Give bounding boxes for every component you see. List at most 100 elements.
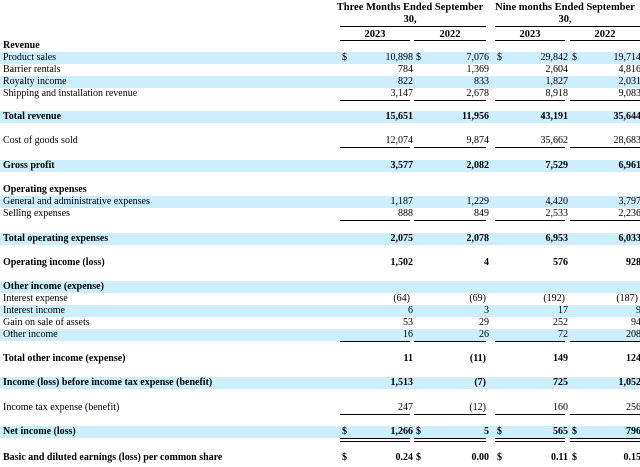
row-label: Income tax expense (benefit) — [3, 402, 120, 413]
row-gain-on-sale: Gain on sale of assets 53 29 252 94 — [0, 317, 640, 329]
subtotal-rule — [495, 341, 565, 342]
value-cell: 149 — [553, 353, 568, 364]
row-operating-income: Operating income (loss) 1,502 4 576 928 — [0, 257, 640, 269]
value-cell: 1,827 — [545, 76, 569, 87]
value-cell: 928 — [626, 257, 640, 268]
value-cell: 124 — [626, 353, 640, 364]
value-cell: 2,075 — [390, 233, 414, 244]
total-double-rule — [414, 438, 486, 442]
row-label: Interest expense — [3, 293, 68, 304]
row-label: Product sales — [3, 52, 57, 63]
value-cell: (11) — [469, 353, 486, 364]
value-cell: 822 — [398, 76, 413, 87]
currency-symbol: $ — [497, 426, 502, 437]
row-label: Cost of goods sold — [3, 135, 78, 146]
row-label: Total revenue — [3, 111, 62, 122]
value-cell: 3,797 — [618, 196, 640, 207]
year-col-1: 2023 — [364, 29, 386, 40]
row-general-admin: General and administrative expenses 1,187… — [0, 196, 640, 208]
currency-symbol: $ — [416, 426, 421, 437]
row-operating-expenses-heading: Operating expenses — [0, 184, 640, 196]
value-cell: 2,604 — [545, 64, 569, 75]
value-cell: 94 — [631, 317, 640, 328]
value-cell: 3 — [484, 305, 489, 316]
value-cell: 15,651 — [385, 111, 414, 122]
header-three-months: Three Months Ended September 30, — [336, 2, 484, 25]
value-cell: 784 — [398, 64, 413, 75]
row-label: Operating expenses — [3, 184, 87, 195]
row-label: Operating income (loss) — [3, 257, 105, 268]
value-cell: 565 — [553, 426, 568, 437]
value-cell: 576 — [553, 257, 568, 268]
row-label: Revenue — [3, 40, 40, 51]
value-cell: 9,874 — [466, 135, 490, 146]
value-cell: 4 — [484, 257, 489, 268]
row-interest-expense: Interest expense (64) (69) (192) (187) — [0, 293, 640, 305]
value-cell: (192) — [543, 293, 565, 304]
year-col-2: 2022 — [439, 29, 461, 40]
value-cell: 9,083 — [618, 88, 640, 99]
currency-symbol: $ — [416, 52, 421, 63]
value-cell: 2,078 — [466, 233, 490, 244]
currency-symbol: $ — [572, 52, 577, 63]
value-cell: 9 — [636, 305, 640, 316]
value-cell: 4,816 — [618, 64, 640, 75]
value-cell: 6 — [408, 305, 413, 316]
header-rule-nine-months — [495, 26, 640, 27]
row-other-income-heading: Other income (expense) — [0, 281, 640, 293]
year-col-3: 2023 — [519, 29, 541, 40]
row-shipping-installation: Shipping and installation revenue 3,147 2,… — [0, 88, 640, 100]
value-cell: 11 — [403, 353, 413, 364]
currency-symbol: $ — [497, 452, 502, 463]
subtotal-rule — [414, 147, 486, 148]
value-cell: 2,031 — [618, 76, 640, 87]
subtotal-rule — [340, 341, 410, 342]
row-label: Income (loss) before income tax expense … — [3, 377, 213, 388]
row-other-income: Other income 16 26 72 208 — [0, 329, 640, 341]
row-gross-profit: Gross profit 3,577 2,082 7,529 6,961 — [0, 160, 640, 172]
row-label: Gross profit — [3, 160, 55, 171]
value-cell: 0.24 — [395, 452, 414, 463]
row-label: Total other income (expense) — [3, 353, 126, 364]
currency-symbol: $ — [572, 426, 577, 437]
value-cell: 19,714 — [613, 52, 640, 63]
row-label: Total operating expenses — [3, 233, 109, 244]
currency-symbol: $ — [342, 52, 347, 63]
value-cell: 796 — [626, 426, 640, 437]
value-cell: 2,236 — [618, 208, 640, 219]
value-cell: (64) — [393, 293, 410, 304]
value-cell: 26 — [479, 329, 489, 340]
value-cell: 6,953 — [545, 233, 569, 244]
subtotal-rule — [495, 414, 565, 415]
value-cell: 1,369 — [466, 64, 490, 75]
value-cell: 35,662 — [540, 135, 569, 146]
subtotal-rule — [495, 147, 565, 148]
row-income-before-tax: Income (loss) before income tax expense … — [0, 377, 640, 389]
income-statement: Three Months Ended September 30, Nine mo… — [0, 0, 640, 467]
row-selling-expenses: Selling expenses 888 849 2,533 2,236 — [0, 208, 640, 220]
row-label: Shipping and installation revenue — [3, 88, 138, 99]
value-cell: 72 — [558, 329, 568, 340]
value-cell: 2,678 — [466, 88, 490, 99]
value-cell: 29 — [479, 317, 489, 328]
row-net-income: Net income (loss) $1,266 $5 $565 $796 — [0, 426, 640, 438]
subtotal-rule — [495, 100, 565, 101]
currency-symbol: $ — [342, 426, 347, 437]
row-label: Basic and diluted earnings (loss) per co… — [3, 452, 223, 463]
value-cell: 16 — [403, 329, 413, 340]
value-cell: 3,147 — [390, 88, 414, 99]
row-label: Selling expenses — [3, 208, 70, 219]
row-label: Interest income — [3, 305, 65, 316]
value-cell: 8,918 — [545, 88, 569, 99]
subtotal-rule — [570, 341, 640, 342]
row-total-revenue: Total revenue 15,651 11,956 43,191 35,644 — [0, 111, 640, 123]
total-double-rule — [570, 438, 640, 442]
value-cell: 12,074 — [385, 135, 414, 146]
row-label: Net income (loss) — [3, 426, 76, 437]
subtotal-rule — [414, 414, 486, 415]
currency-symbol: $ — [416, 452, 421, 463]
value-cell: 888 — [398, 208, 413, 219]
row-barrier-rentals: Barrier rentals 784 1,369 2,604 4,816 — [0, 64, 640, 76]
currency-symbol: $ — [342, 452, 347, 463]
header-rule-three-months — [340, 26, 486, 27]
